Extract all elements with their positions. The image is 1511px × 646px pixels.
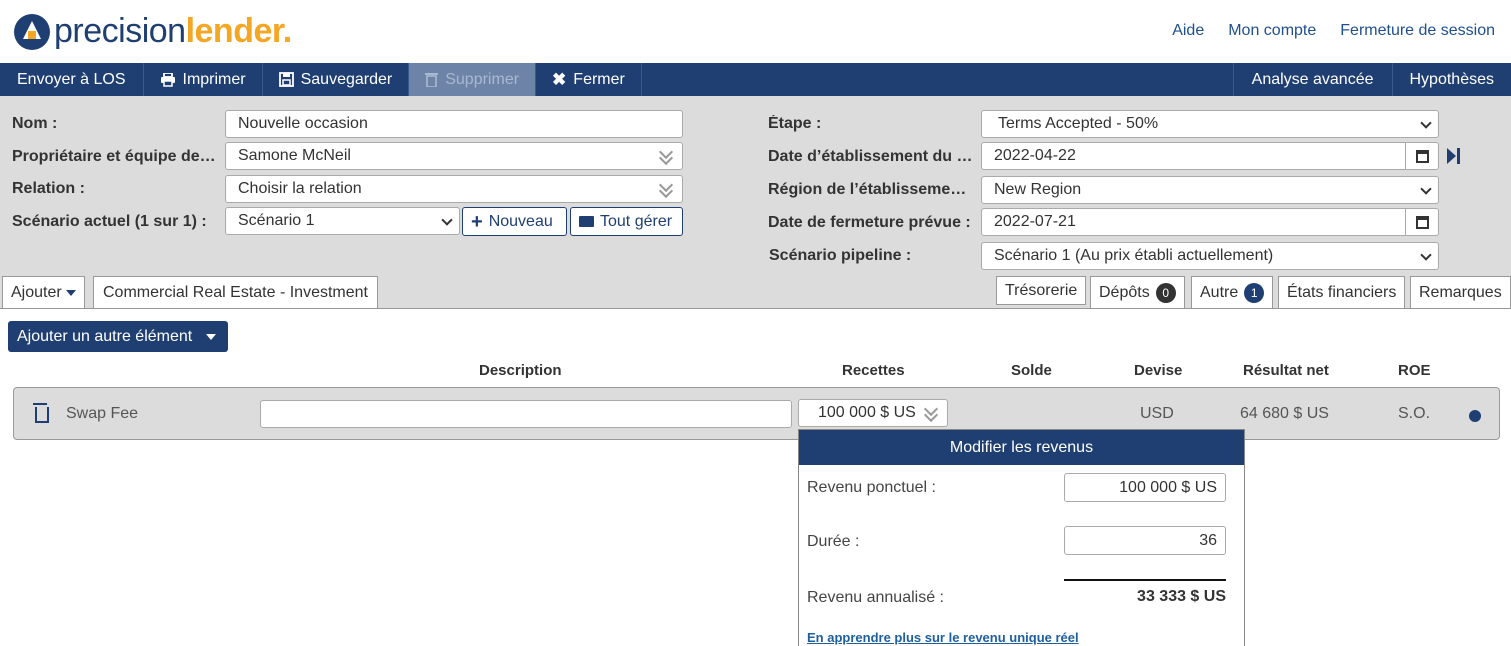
term-input[interactable]: 36 — [1064, 526, 1226, 555]
add-tab-dropdown[interactable]: Ajouter — [2, 276, 85, 308]
save-button[interactable]: Sauvegarder — [263, 63, 410, 96]
close-icon: ✖ — [552, 69, 567, 89]
trash-icon — [425, 73, 439, 87]
status-dot — [1469, 410, 1481, 422]
region-select[interactable]: New Region — [981, 176, 1439, 204]
add-other-item-button[interactable]: Ajouter un autre élément — [8, 321, 229, 352]
one-time-revenue-label: Revenu ponctuel : — [807, 479, 936, 496]
trash-icon[interactable] — [33, 403, 49, 423]
tab-deposits[interactable]: Dépôts 0 — [1090, 276, 1185, 308]
learn-more-link[interactable]: En apprendre plus sur le revenu unique r… — [807, 630, 1079, 645]
chevron-down-icon — [441, 214, 453, 226]
column-header-balance: Solde — [1011, 362, 1052, 379]
name-label: Nom : — [12, 115, 58, 132]
pipeline-select[interactable]: Scénario 1 (Au prix établi actuellement) — [981, 242, 1439, 270]
region-label: Région de l’établissemen… — [768, 181, 976, 198]
main-toolbar: Envoyer à LOS Imprimer Sauvegarder Suppr… — [0, 63, 1511, 96]
deposits-count-badge: 0 — [1155, 282, 1176, 303]
top-links: Aide Mon compte Fermeture de session — [1172, 22, 1495, 40]
plus-icon: + — [471, 210, 483, 233]
skip-forward-icon[interactable] — [1447, 147, 1461, 165]
calendar-icon[interactable] — [1405, 143, 1438, 169]
scenario-label: Scénario actuel (1 sur 1) : — [12, 213, 207, 230]
tab-divider — [0, 308, 1511, 309]
column-header-roe: ROE — [1398, 362, 1431, 379]
close-date-input[interactable]: 2022-07-21 — [981, 208, 1439, 236]
currency-value: USD — [1140, 405, 1174, 422]
column-header-currency: Devise — [1134, 362, 1183, 379]
edit-revenue-popup: Modifier les revenus Revenu ponctuel : 1… — [798, 429, 1245, 646]
manage-all-button[interactable]: Tout gérer — [570, 207, 683, 236]
pipeline-label: Scénario pipeline : — [769, 247, 912, 264]
help-link[interactable]: Aide — [1172, 22, 1204, 40]
total-divider — [1064, 579, 1226, 581]
net-result-value: 64 680 $ US — [1240, 405, 1329, 422]
double-chevron-icon — [658, 147, 674, 165]
scenario-select[interactable]: Scénario 1 — [225, 207, 460, 235]
tab-other[interactable]: Autre 1 — [1191, 276, 1274, 309]
roe-value: S.O. — [1398, 405, 1431, 422]
delete-button[interactable]: Supprimer — [409, 63, 537, 96]
chevron-down-icon — [1420, 249, 1432, 261]
stage-select[interactable]: Terms Accepted - 50% — [981, 110, 1439, 138]
toolbar-right: Analyse avancée Hypothèses — [1232, 63, 1511, 96]
one-time-revenue-input[interactable]: 100 000 $ US — [1064, 473, 1226, 502]
relation-select[interactable]: Choisir la relation — [225, 175, 683, 203]
precisionlender-logo: precisionlender. — [14, 12, 292, 51]
popup-title: Modifier les revenus — [799, 430, 1244, 465]
printer-icon — [160, 72, 175, 87]
tab-financial-statements[interactable]: États financiers — [1278, 276, 1406, 308]
new-scenario-button[interactable]: + Nouveau — [462, 207, 567, 236]
send-to-los-button[interactable]: Envoyer à LOS — [0, 63, 144, 96]
stage-label: Étape : — [768, 115, 822, 132]
close-button[interactable]: ✖ Fermer — [536, 63, 642, 96]
owner-select[interactable]: Samone McNeil — [225, 142, 683, 170]
column-header-revenue: Recettes — [842, 362, 905, 379]
table-row: Swap Fee 100 000 $ US USD 64 680 $ US S.… — [13, 387, 1500, 440]
save-icon — [278, 72, 294, 87]
annualized-revenue-label: Revenu annualisé : — [807, 589, 944, 606]
assumptions-button[interactable]: Hypothèses — [1391, 63, 1511, 96]
other-count-badge: 1 — [1244, 283, 1265, 303]
close-date-label: Date de fermeture prévue : — [768, 214, 971, 231]
print-button[interactable]: Imprimer — [144, 63, 263, 96]
logo-icon — [14, 13, 50, 50]
app-header: precisionlender. Aide Mon compte Fermetu… — [0, 0, 1511, 63]
tab-notes[interactable]: Remarques — [1410, 276, 1511, 308]
column-header-description: Description — [479, 362, 562, 379]
opportunity-form: Nom : Nouvelle occasion Propriétaire et … — [0, 96, 1511, 309]
tab-treasury[interactable]: Trésorerie — [996, 276, 1087, 305]
origination-date-label: Date d’établissement du … — [768, 148, 973, 165]
my-account-link[interactable]: Mon compte — [1228, 22, 1316, 40]
chevron-down-icon — [1420, 117, 1432, 129]
logo-text: precisionlender. — [54, 12, 292, 50]
double-chevron-icon — [923, 404, 939, 422]
chevron-down-icon — [1420, 183, 1432, 195]
tab-commercial-real-estate[interactable]: Commercial Real Estate - Investment — [93, 276, 378, 308]
relation-label: Relation : — [12, 180, 85, 197]
name-input[interactable]: Nouvelle occasion — [225, 110, 683, 138]
double-chevron-icon — [658, 180, 674, 198]
owner-label: Propriétaire et équipe de… — [12, 148, 216, 165]
revenue-field[interactable]: 100 000 $ US — [798, 399, 948, 427]
origination-date-input[interactable]: 2022-04-22 — [981, 142, 1439, 170]
description-input[interactable] — [260, 400, 792, 428]
term-label: Durée : — [807, 533, 860, 550]
caret-down-icon — [65, 289, 76, 296]
annualized-revenue-value: 33 333 $ US — [1137, 588, 1226, 605]
caret-down-icon — [206, 333, 217, 340]
column-header-net-result: Résultat net — [1243, 362, 1329, 379]
calendar-icon[interactable] — [1405, 209, 1438, 235]
logout-link[interactable]: Fermeture de session — [1340, 22, 1495, 40]
folder-icon — [579, 216, 594, 227]
item-name: Swap Fee — [66, 405, 139, 422]
advanced-analysis-button[interactable]: Analyse avancée — [1232, 63, 1392, 96]
